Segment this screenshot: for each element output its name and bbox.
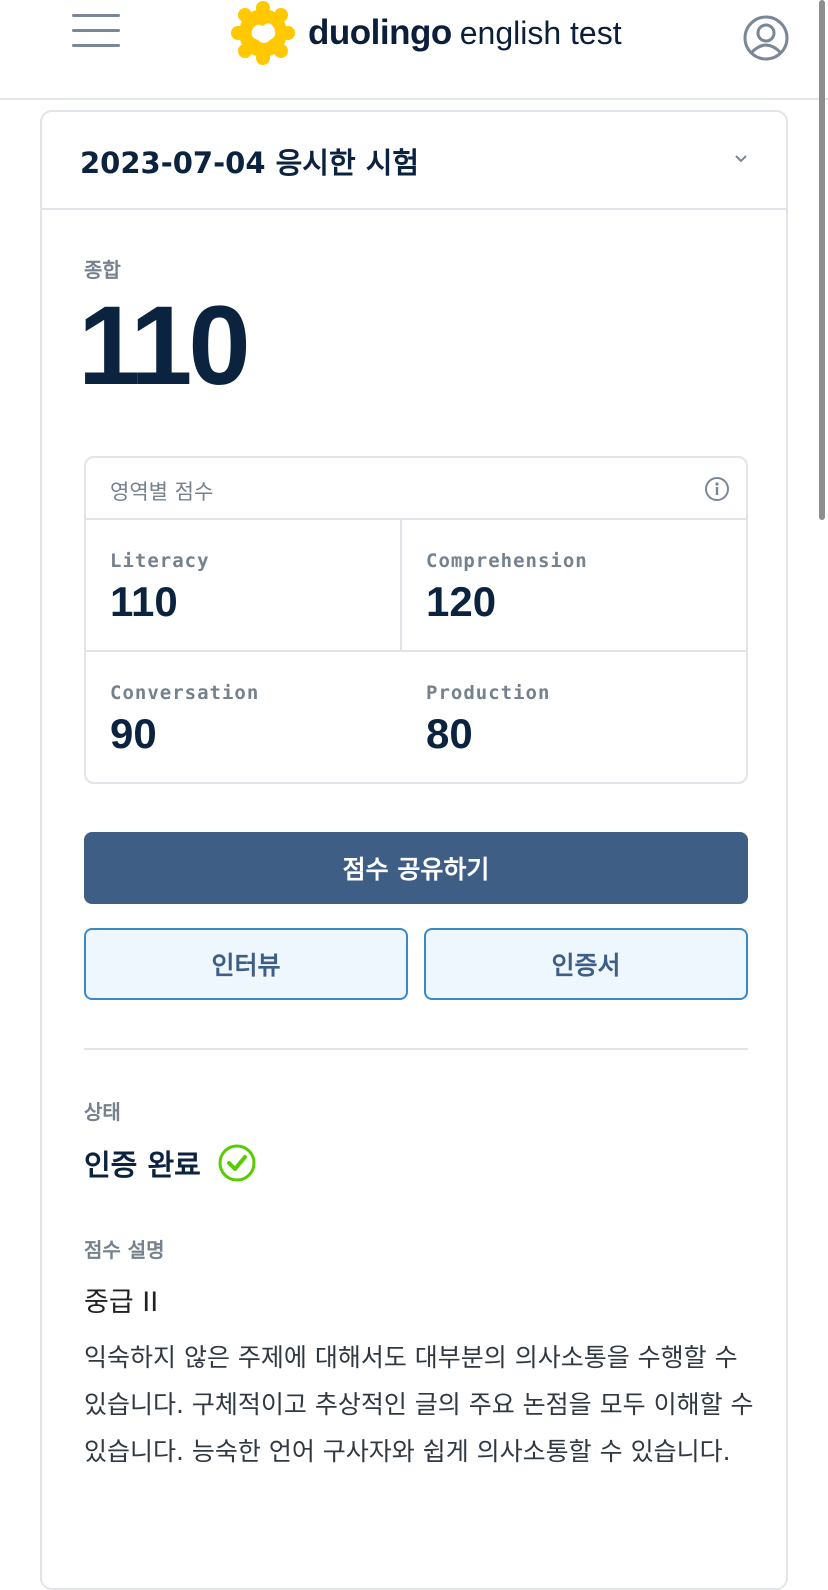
subscore-value: 90: [110, 710, 157, 757]
subscore-value: 110: [110, 578, 178, 625]
description-label: 점수 설명: [84, 1238, 165, 1262]
exam-card: 2023-07-04 응시한 시험 종합 110 영역별 점수 Literacy…: [40, 110, 788, 1590]
share-score-button[interactable]: 점수 공유하기: [84, 832, 748, 904]
overall-score: 110: [78, 283, 251, 408]
profile-icon[interactable]: [742, 14, 790, 62]
exam-title: 2023-07-04 응시한 시험: [80, 146, 420, 180]
verified-check-icon: [218, 1144, 256, 1182]
hamburger-menu-icon[interactable]: [72, 14, 120, 48]
subscore-label: Literacy: [110, 550, 210, 572]
subscores-panel: 영역별 점수 Literacy 110 Comprehension 120 Co…: [84, 456, 748, 784]
subscores-header: 영역별 점수: [86, 458, 746, 520]
exam-card-header[interactable]: 2023-07-04 응시한 시험: [42, 112, 786, 210]
scrollbar[interactable]: [819, 0, 825, 520]
brand-subtitle: english test: [459, 14, 622, 51]
score-description: 익숙하지 않은 주제에 대해서도 대부분의 의사소통을 수행할 수 있습니다. …: [84, 1343, 754, 1466]
subscore-comprehension: Comprehension 120: [402, 520, 746, 652]
status-label: 상태: [84, 1100, 121, 1124]
subscore-label: Conversation: [110, 682, 260, 704]
subscore-value: 80: [426, 710, 473, 757]
divider: [84, 1048, 748, 1050]
subscores-heading: 영역별 점수: [110, 480, 214, 504]
top-bar: duolingo english test: [0, 0, 828, 100]
duolingo-logo-icon: [231, 1, 295, 65]
subscore-literacy: Literacy 110: [86, 520, 402, 652]
info-icon[interactable]: [704, 476, 730, 502]
brand[interactable]: duolingo english test: [230, 0, 622, 66]
chevron-down-icon[interactable]: [734, 152, 748, 166]
brand-name: duolingo: [308, 13, 452, 52]
subscore-label: Comprehension: [426, 550, 588, 572]
status-row: 인증 완료: [84, 1142, 257, 1184]
status-value: 인증 완료: [84, 1148, 201, 1182]
overall-label: 종합: [84, 258, 121, 282]
score-level: 중급 II: [84, 1287, 159, 1318]
subscore-value: 120: [426, 578, 497, 625]
subscore-label: Production: [426, 682, 551, 704]
certificate-button[interactable]: 인증서: [424, 928, 748, 1000]
interview-button[interactable]: 인터뷰: [84, 928, 408, 1000]
